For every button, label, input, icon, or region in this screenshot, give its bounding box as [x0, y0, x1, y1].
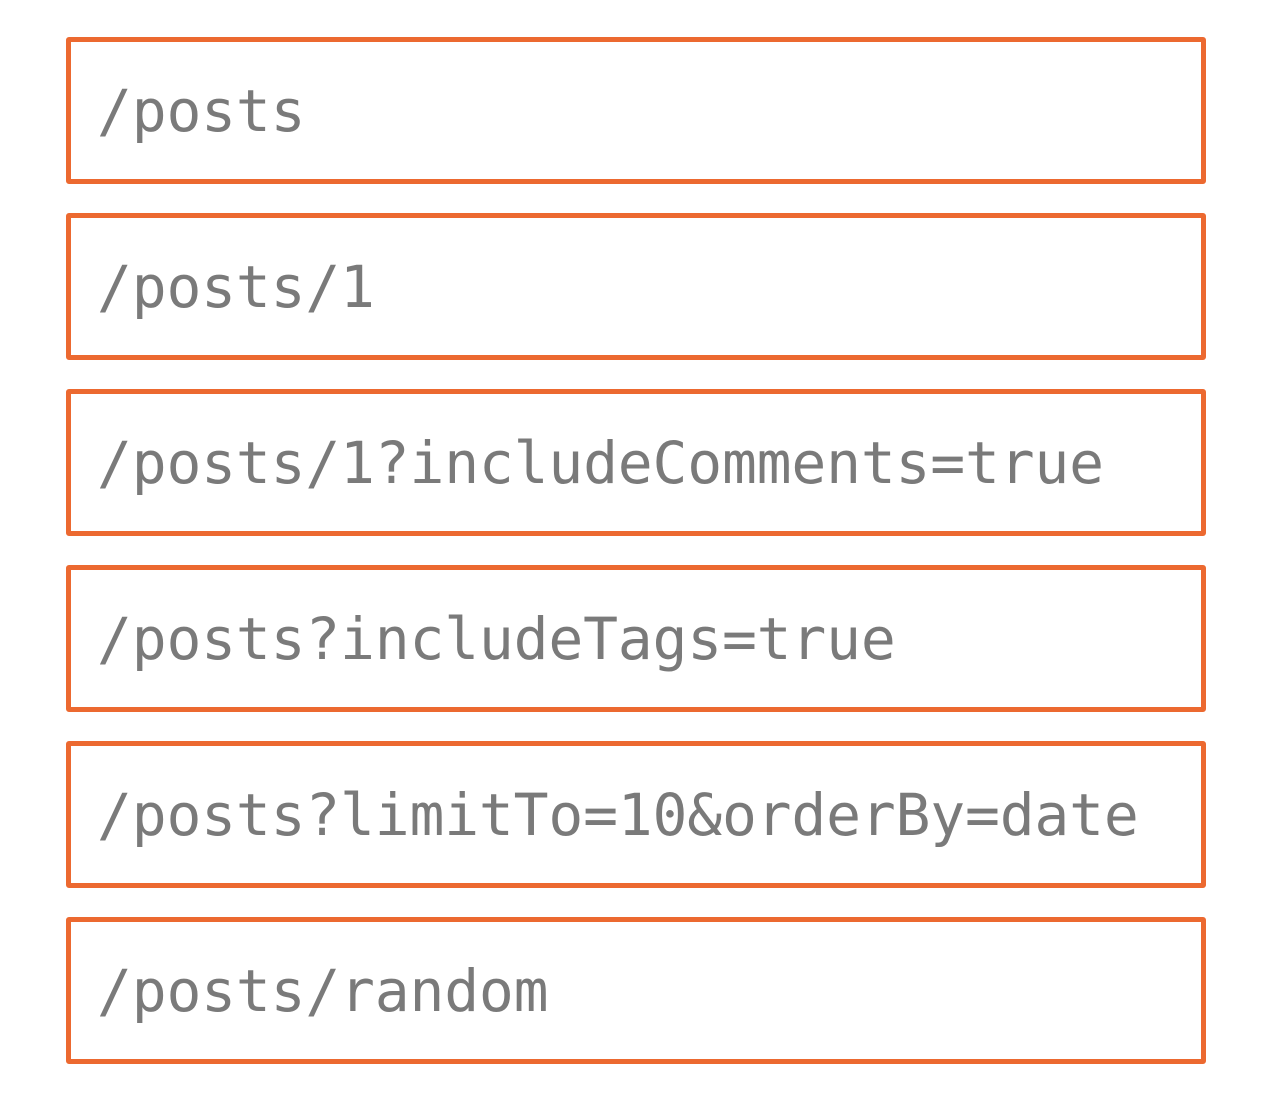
route-path: /posts/1	[97, 252, 375, 321]
route-path: /posts/1?includeComments=true	[97, 428, 1104, 497]
route-box-posts: /posts	[66, 37, 1206, 184]
route-box-posts-random: /posts/random	[66, 917, 1206, 1064]
route-path: /posts?limitTo=10&orderBy=date	[97, 780, 1139, 849]
route-list: /posts /posts/1 /posts/1?includeComments…	[66, 37, 1206, 1093]
route-path: /posts?includeTags=true	[97, 604, 896, 673]
route-path: /posts	[97, 76, 306, 145]
route-box-post-with-comments: /posts/1?includeComments=true	[66, 389, 1206, 536]
route-box-posts-with-tags: /posts?includeTags=true	[66, 565, 1206, 712]
route-path: /posts/random	[97, 956, 549, 1025]
route-box-post-by-id: /posts/1	[66, 213, 1206, 360]
diagram-canvas: /posts /posts/1 /posts/1?includeComments…	[0, 0, 1276, 1108]
route-box-posts-limit-order: /posts?limitTo=10&orderBy=date	[66, 741, 1206, 888]
